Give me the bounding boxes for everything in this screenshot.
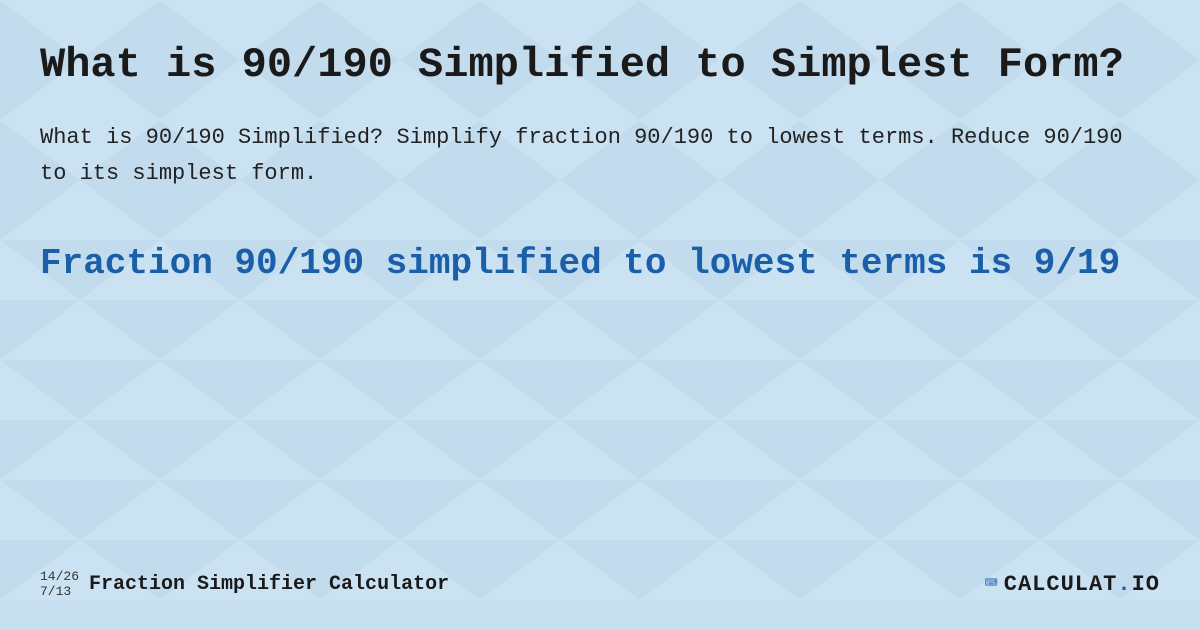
page-description: What is 90/190 Simplified? Simplify frac…	[40, 120, 1160, 190]
footer-logo-dot: .	[1117, 572, 1131, 597]
calculator-icon: ⌨	[985, 571, 998, 597]
page-content: What is 90/190 Simplified to Simplest Fo…	[0, 0, 1200, 630]
footer-site-title: Fraction Simplifier Calculator	[89, 573, 449, 596]
result-text: Fraction 90/190 simplified to lowest ter…	[40, 241, 1160, 288]
footer-logo: ⌨ CALCULAT.IO	[985, 571, 1160, 597]
footer-fraction-line1: 14/26	[40, 569, 79, 585]
footer-fractions: 14/26 7/13	[40, 569, 79, 600]
footer-fraction-line2: 7/13	[40, 584, 79, 600]
footer-logo-text: CALCULAT.IO	[1004, 572, 1160, 597]
footer: 14/26 7/13 Fraction Simplifier Calculato…	[40, 549, 1160, 600]
result-section: Fraction 90/190 simplified to lowest ter…	[40, 241, 1160, 549]
page-title: What is 90/190 Simplified to Simplest Fo…	[40, 40, 1160, 90]
